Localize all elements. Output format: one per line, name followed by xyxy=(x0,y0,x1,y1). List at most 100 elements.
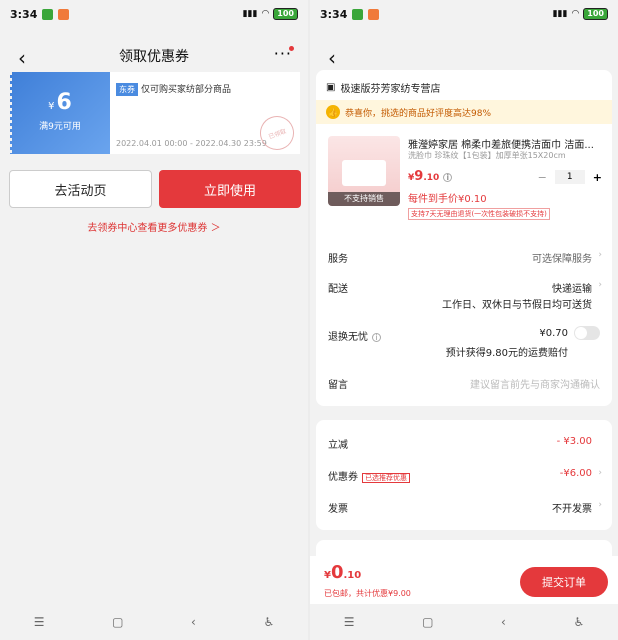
price-decimal: .10 xyxy=(423,173,440,183)
savings-text: 已包邮，共计优惠¥9.00 xyxy=(324,589,411,598)
price-integer: 9 xyxy=(414,169,424,184)
product-name[interactable]: 雅瀅婷家居 棉柔巾差旅便携洁面巾 洁面... xyxy=(408,136,604,151)
thumbs-up-icon: 👍 xyxy=(326,105,340,119)
back-icon[interactable]: ‹ xyxy=(328,46,336,70)
submit-order-button[interactable]: 提交订单 xyxy=(520,567,608,597)
page-title: 领取优惠券 xyxy=(119,49,189,65)
coupon-card[interactable]: ¥6 满9元可用 东券 仅可购买家纺部分商品 2022.04.01 00:00 -… xyxy=(6,72,300,155)
note-input[interactable]: 建议留言前先与商家沟通确认 xyxy=(470,376,600,391)
chevron-right-icon: › xyxy=(598,280,602,290)
price-summary-card: 立减 - ¥3.00 优惠券 已选推荐优惠 -¥6.00 › 发票 不开发票 › xyxy=(316,420,612,530)
coupon-date: 2022.04.01 00:00 - 2022.04.30 23:59 xyxy=(116,139,267,148)
delivery-value: 快递运输 xyxy=(552,284,592,295)
status-bar: 3:34 ▮▮▮ ◠ 100 xyxy=(310,0,618,28)
back-nav-icon[interactable]: ‹ xyxy=(501,615,506,629)
wifi-icon: ◠ xyxy=(571,9,580,19)
coupon-label: 优惠券 xyxy=(328,472,358,483)
coupon-tag: 东券 xyxy=(116,83,138,96)
service-row[interactable]: 服务 可选保障服务 › xyxy=(328,250,602,265)
coupon-amount-value: 6 xyxy=(56,90,72,115)
more-coupons-link[interactable]: 去领券中心查看更多优惠券 ＞ xyxy=(0,219,308,234)
menu-icon[interactable]: ☰ xyxy=(344,615,355,629)
chevron-right-icon: › xyxy=(598,250,602,260)
back-nav-icon[interactable]: ‹ xyxy=(191,615,196,629)
battery-icon: 100 xyxy=(583,8,608,20)
coupon-notch xyxy=(6,72,12,154)
go-activity-button[interactable]: 去活动页 xyxy=(9,170,152,208)
app-notification-icon xyxy=(352,8,364,20)
total-decimal: .10 xyxy=(343,570,362,581)
menu-icon[interactable]: ☰ xyxy=(34,615,45,629)
invoice-value: 不开发票 xyxy=(552,504,592,515)
wifi-icon: ◠ xyxy=(261,9,270,19)
total-symbol: ¥ xyxy=(324,570,331,581)
service-value: 可选保障服务 xyxy=(532,254,592,265)
total-price: ¥0.10 xyxy=(324,562,361,583)
claimed-stamp-icon: 已领取 xyxy=(255,111,299,155)
home-icon[interactable]: ▢ xyxy=(112,615,123,629)
worry-free-label: 退换无忧 xyxy=(328,332,368,343)
total-integer: 0 xyxy=(330,562,344,583)
nav-bar: ‹ xyxy=(310,38,618,74)
no-sale-label: 不支持销售 xyxy=(328,192,400,206)
note-label: 留言 xyxy=(328,380,348,391)
worry-free-row: 退换无忧 i ¥0.70 预计获得9.80元的运费赔付 xyxy=(328,326,600,359)
app-notification-icon xyxy=(368,8,380,20)
info-icon[interactable]: i xyxy=(443,173,453,182)
rating-banner: 👍 恭喜你，挑选的商品好评度高达98% xyxy=(316,100,612,124)
home-icon[interactable]: ▢ xyxy=(422,615,433,629)
coupon-details: 东券 仅可购买家纺部分商品 2022.04.01 00:00 - 2022.04.… xyxy=(110,72,300,155)
app-notification-icon xyxy=(42,8,54,20)
nav-bar: ‹ 领取优惠券 ··· xyxy=(0,38,308,74)
discount-label: 立减 xyxy=(328,440,348,451)
discount-value: - ¥3.00 xyxy=(556,436,592,447)
coupon-value-panel: ¥6 满9元可用 xyxy=(6,72,110,154)
delivery-subtext: 工作日、双休日与节假日均可送货 xyxy=(442,300,592,311)
accessibility-icon[interactable]: ♿ xyxy=(573,615,584,629)
service-label: 服务 xyxy=(328,254,348,265)
chevron-right-icon: › xyxy=(598,500,602,510)
currency-symbol: ¥ xyxy=(48,101,55,112)
return-policy-badge: 支持7天无理由退货(一次性包装破损不支持) xyxy=(408,208,550,220)
order-card: ▣ 极速版芬芳家纺专营店 👍 恭喜你，挑选的商品好评度高达98% 不支持销售 雅瀅婷… xyxy=(316,70,612,406)
product-box xyxy=(342,160,386,186)
coupon-value: -¥6.00 xyxy=(559,468,592,479)
coupon-description: 仅可购买家纺部分商品 xyxy=(141,85,232,95)
system-nav-bar: ☰ ▢ ‹ ♿ xyxy=(310,604,618,640)
worry-free-toggle[interactable] xyxy=(574,326,600,340)
use-now-button[interactable]: 立即使用 xyxy=(159,170,301,208)
order-screen: 3:34 ▮▮▮ ◠ 100 ‹ ▣ 极速版芬芳家纺专营店 👍 恭喜你，挑选的商品好评度… xyxy=(310,0,618,640)
note-row[interactable]: 留言 建议留言前先与商家沟通确认 xyxy=(328,376,600,391)
signal-icon: ▮▮▮ xyxy=(242,9,258,19)
product-spec: 洗脸巾 珍珠纹【1包装】加厚单张15X20cm xyxy=(408,151,566,160)
shop-icon: ▣ xyxy=(326,82,336,93)
coupon-row[interactable]: 优惠券 已选推荐优惠 -¥6.00 › xyxy=(328,468,602,483)
info-icon[interactable]: i xyxy=(372,333,381,342)
notification-dot xyxy=(289,46,294,51)
discount-row: 立减 - ¥3.00 xyxy=(328,436,600,451)
product-image[interactable]: 不支持销售 xyxy=(328,136,400,206)
worry-free-price: ¥0.70 xyxy=(539,328,568,339)
worry-free-subtext: 预计获得9.80元的运费赔付 xyxy=(445,348,568,359)
accessibility-icon[interactable]: ♿ xyxy=(263,615,274,629)
product-price: ¥9.10 i xyxy=(408,169,453,184)
quantity-value[interactable]: 1 xyxy=(554,170,585,184)
back-icon[interactable]: ‹ xyxy=(18,46,26,70)
app-notification-icon xyxy=(58,8,70,20)
coupon-amount: ¥6 xyxy=(10,90,110,115)
checkout-bar: ¥0.10 已包邮，共计优惠¥9.00 提交订单 xyxy=(310,556,618,604)
status-bar: 3:34 ▮▮▮ ◠ 100 xyxy=(0,0,308,28)
coupon-screen: 3:34 ▮▮▮ ◠ 100 ‹ 领取优惠券 ··· ¥6 满9元可用 东券 仅可购买… xyxy=(0,0,308,640)
signal-icon: ▮▮▮ xyxy=(552,9,568,19)
unit-price: 每件到手价¥0.10 xyxy=(408,194,487,205)
invoice-label: 发票 xyxy=(328,504,348,515)
quantity-stepper: − 1 + xyxy=(538,170,602,184)
minus-icon[interactable]: − xyxy=(538,171,547,184)
status-time: 3:34 xyxy=(10,7,38,21)
shop-name: 极速版芬芳家纺专营店 xyxy=(340,84,441,95)
status-time: 3:34 xyxy=(320,7,348,21)
invoice-row[interactable]: 发票 不开发票 › xyxy=(328,500,602,515)
coupon-condition: 满9元可用 xyxy=(39,122,81,132)
plus-icon[interactable]: + xyxy=(593,171,602,184)
delivery-row[interactable]: 配送 快递运输 › 工作日、双休日与节假日均可送货 xyxy=(328,280,602,311)
